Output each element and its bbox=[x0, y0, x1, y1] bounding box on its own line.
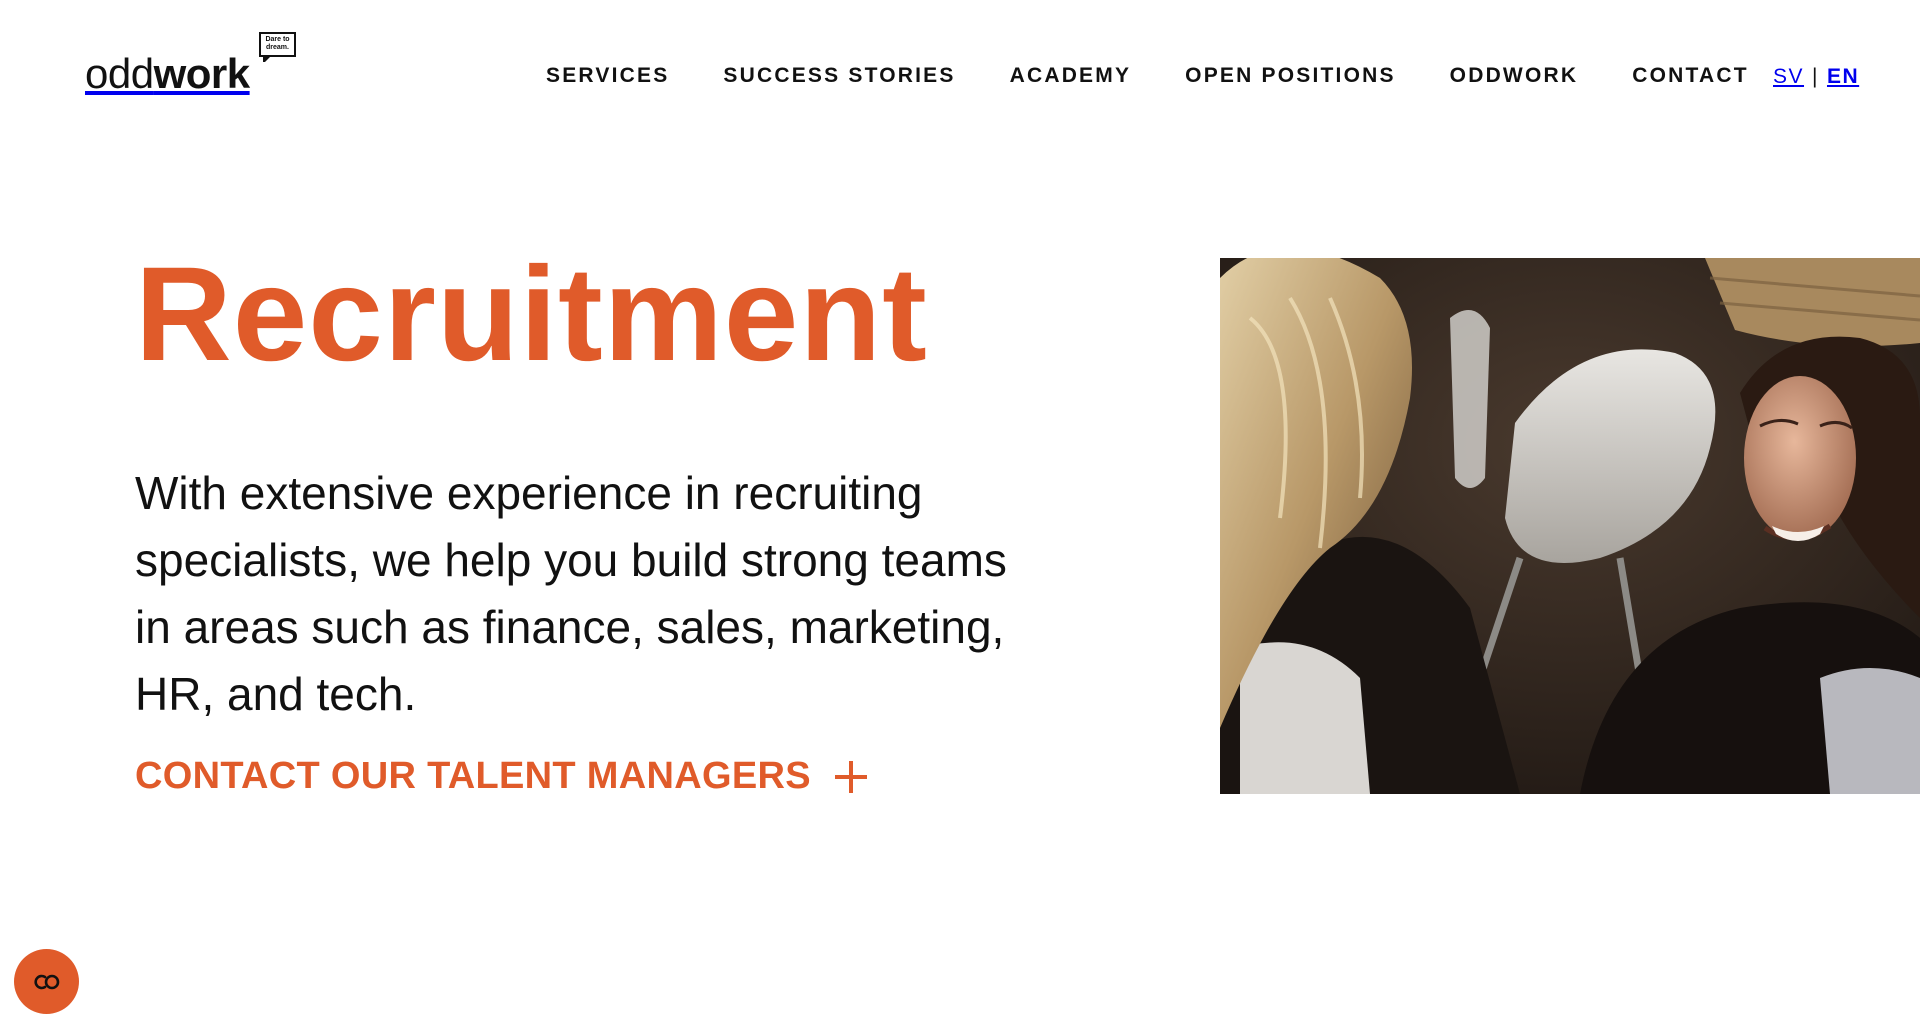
nav-item-oddwork[interactable]: ODDWORK bbox=[1450, 62, 1579, 90]
language-switcher: SV | EN bbox=[1773, 64, 1859, 90]
photo-two-women-talking-icon bbox=[1220, 258, 1920, 794]
page: odd work Dare to dream. SERVICES SUCCESS… bbox=[0, 0, 1920, 1018]
language-sv-link[interactable]: SV bbox=[1773, 64, 1804, 90]
cta-label: CONTACT OUR TALENT MANAGERS bbox=[135, 755, 811, 797]
nav-item-services[interactable]: SERVICES bbox=[543, 62, 672, 90]
language-en-link[interactable]: EN bbox=[1827, 64, 1859, 90]
hero-photo bbox=[1220, 258, 1920, 794]
cookie-consent-icon bbox=[33, 974, 59, 989]
nav-item-contact[interactable]: CONTACT bbox=[1632, 62, 1749, 90]
cookie-consent-button[interactable] bbox=[14, 949, 79, 1014]
contact-talent-managers-link[interactable]: CONTACT OUR TALENT MANAGERS bbox=[135, 755, 867, 798]
nav-item-academy[interactable]: ACADEMY bbox=[1010, 62, 1132, 90]
nav-item-success-stories[interactable]: SUCCESS STORIES bbox=[723, 62, 955, 90]
hero-description: With extensive experience in recruiting … bbox=[135, 467, 1007, 720]
logo-text-bold: work bbox=[153, 50, 251, 97]
plus-icon bbox=[834, 760, 867, 793]
hero-title: Recruitment bbox=[135, 240, 928, 389]
logo-text-light: odd bbox=[85, 50, 154, 97]
language-separator: | bbox=[1812, 65, 1819, 88]
main-nav: SERVICES SUCCESS STORIES ACADEMY OPEN PO… bbox=[543, 62, 1803, 90]
nav-item-open-positions[interactable]: OPEN POSITIONS bbox=[1185, 62, 1396, 90]
oddwork-logo[interactable]: odd work Dare to dream. bbox=[85, 32, 296, 97]
logo-speech-bubble: Dare to dream. bbox=[259, 32, 296, 62]
